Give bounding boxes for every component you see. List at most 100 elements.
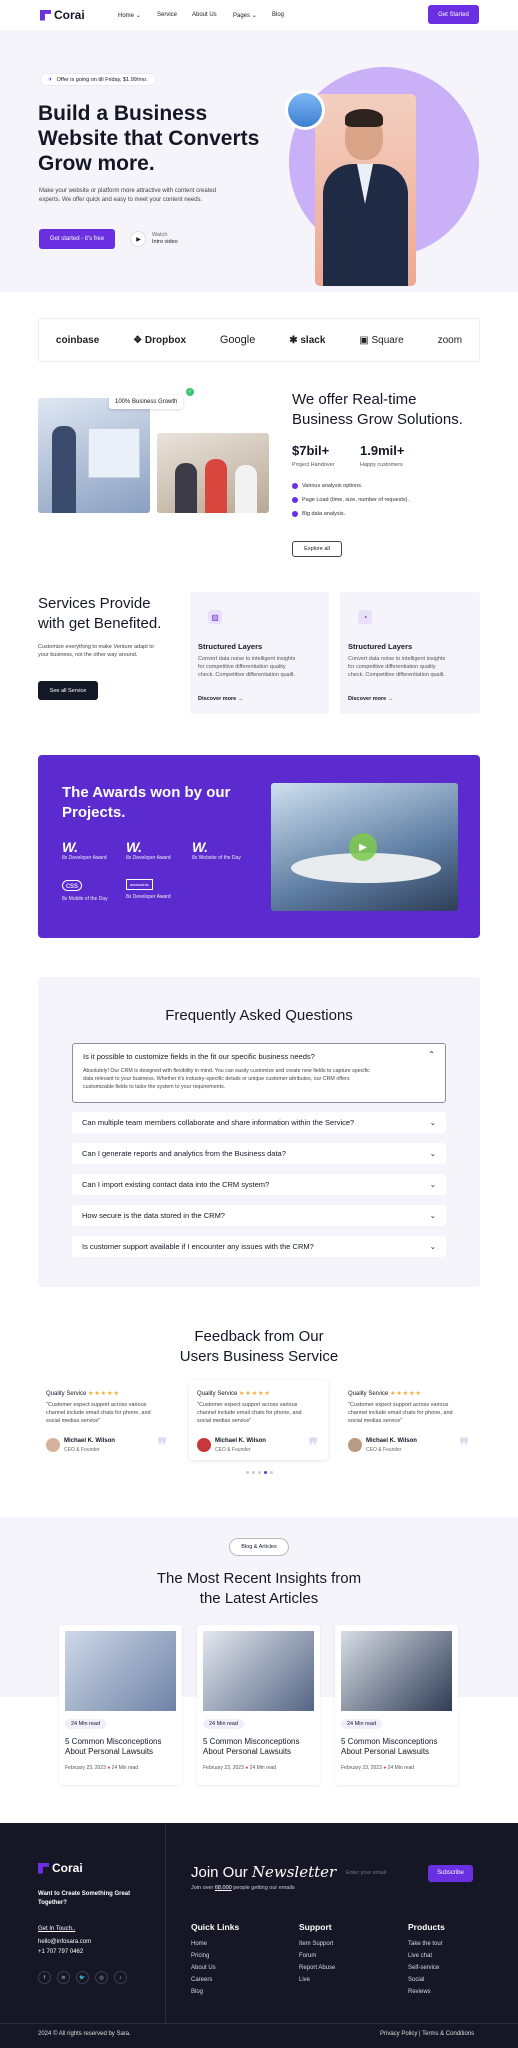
facebook-icon[interactable]: f [38, 1971, 51, 1984]
feedback-title-line: Feedback from Our [194, 1328, 324, 1345]
blog-post-title-line: 5 Common Misconceptions [65, 1737, 162, 1746]
terms-link[interactable]: Terms & Conditions [422, 2031, 474, 2037]
footer-link[interactable]: Forum [299, 1953, 335, 1959]
subscribe-button[interactable]: Subscribe [428, 1864, 473, 1882]
brand-logos: coinbase ❖ Dropbox Google ✱ slack ▣ Squa… [0, 318, 518, 362]
award-item: W. 8x Developer Award [62, 839, 107, 861]
footer-link[interactable]: Reviews [408, 1989, 443, 1995]
growth-image-1 [38, 398, 150, 513]
services-title-line: with get Benefited. [38, 614, 162, 632]
instagram-icon[interactable]: ◎ [95, 1971, 108, 1984]
service-card[interactable]: ▨ Structured Layers Convert data noise t… [190, 592, 329, 714]
get-in-touch-link[interactable]: Get In Touch.. [38, 1926, 75, 1932]
blog-card[interactable]: 24 Min read 5 Common Misconceptions About… [59, 1625, 182, 1785]
nav-about[interactable]: About Us [192, 12, 217, 18]
footer-col-title: Quick Links [191, 1922, 240, 1932]
feature-text: Various analysis options. [302, 483, 363, 489]
blog-meta: February 23, 2023 ● 24 Min read [65, 1765, 138, 1771]
chevron-down-icon: ⌄ [251, 13, 257, 19]
faq-item[interactable]: How secure is the data stored in the CRM… [72, 1205, 446, 1226]
footer-link[interactable]: Careers [191, 1977, 216, 1983]
discover-more-link[interactable]: Discover more → [198, 696, 243, 702]
footer-link[interactable]: Take the tour [408, 1941, 443, 1947]
post-date: February 23, 2023 [65, 1765, 106, 1771]
footer-tagline-line: Want to Create Something Great [38, 1891, 131, 1897]
quote-icon: ❞ [308, 1435, 318, 1455]
award-item: W. 8x Developer Award [126, 839, 171, 861]
get-started-button[interactable]: Get Started [428, 5, 479, 24]
blog-post-title[interactable]: 5 Common Misconceptions About Personal La… [203, 1737, 314, 1758]
footer-link[interactable]: Live [299, 1977, 335, 1983]
blog-post-title[interactable]: 5 Common Misconceptions About Personal La… [341, 1737, 452, 1758]
get-started-free-button[interactable]: Get started - it's free [39, 229, 115, 249]
person-figure [175, 463, 197, 513]
brand-square-label: Square [371, 334, 404, 346]
service-card-line: Convert data noise to intelligent insigh… [198, 656, 296, 662]
chevron-down-icon: ⌄ [429, 1211, 436, 1220]
growth-title: We offer Real-time Business Grow Solutio… [292, 390, 463, 429]
carousel-dot[interactable] [258, 1471, 261, 1474]
footer-link[interactable]: Report Abuse [299, 1965, 335, 1971]
faq-item[interactable]: Can multiple team members collaborate an… [72, 1112, 446, 1133]
twitter-icon[interactable]: 🐦 [76, 1971, 89, 1984]
nav-service[interactable]: Service [157, 12, 177, 18]
footer-link[interactable]: Blog [191, 1989, 216, 1995]
brand-logo[interactable]: Corai [40, 8, 85, 22]
faq-item[interactable]: Can I generate reports and analytics fro… [72, 1143, 446, 1164]
footer-phone[interactable]: +1 707 797 0462 [38, 1949, 83, 1955]
blog-badge: Blog & Articles [229, 1538, 289, 1556]
carousel-dot[interactable] [270, 1471, 273, 1474]
linkedin-icon[interactable]: in [57, 1971, 70, 1984]
faq-item[interactable]: Can I import existing contact data into … [72, 1174, 446, 1195]
footer-link[interactable]: Pricing [191, 1953, 216, 1959]
footer-link[interactable]: Live chat [408, 1953, 443, 1959]
blog-card[interactable]: 24 Min read 5 Common Misconceptions About… [197, 1625, 320, 1785]
play-icon[interactable]: ▶ [349, 833, 377, 861]
dot-icon: ● [107, 1765, 111, 1771]
nav-pages[interactable]: Pages ⌄ [233, 12, 257, 19]
chevron-up-icon[interactable]: ⌃ [428, 1050, 435, 1059]
star-rating-icon: ★★★★★ [239, 1391, 271, 1397]
hero-title: Build a Business Website that Converts G… [38, 102, 298, 176]
newsletter-sub-text: Join over [191, 1885, 214, 1891]
awards-video-thumbnail[interactable]: ▶ [271, 783, 458, 911]
footer-link[interactable]: Self-service [408, 1965, 443, 1971]
footer-link[interactable]: Item Support [299, 1941, 335, 1947]
footer-support-links: Item Support Forum Report Abuse Live [299, 1941, 335, 1983]
testimonial-label: Quality Service [46, 1391, 87, 1397]
footer-brand-logo[interactable]: Corai [38, 1861, 83, 1875]
faq-item-open[interactable]: Is it possible to customize fields in th… [72, 1043, 446, 1103]
tiktok-icon[interactable]: ♪ [114, 1971, 127, 1984]
watch-video-button[interactable]: ▶ Watch Intro video [130, 231, 178, 247]
testimonial-header: Quality Service ★★★★★ [348, 1390, 422, 1397]
stat-handover: $7bil+ Project Handover [292, 443, 335, 468]
see-all-service-button[interactable]: See all Service [38, 681, 98, 700]
footer-link[interactable]: Home [191, 1941, 216, 1947]
explore-all-button[interactable]: Explore all [292, 541, 342, 557]
nav-blog[interactable]: Blog [272, 12, 284, 18]
discover-more-link[interactable]: Discover more → [348, 696, 393, 702]
carousel-dot-active[interactable] [264, 1471, 267, 1474]
footer-link[interactable]: About Us [191, 1965, 216, 1971]
blog-post-title[interactable]: 5 Common Misconceptions About Personal La… [65, 1737, 176, 1758]
blog-card[interactable]: 24 Min read 5 Common Misconceptions About… [335, 1625, 458, 1785]
blog-meta: February 23, 2023 ● 24 Min read [341, 1765, 414, 1771]
faq-item[interactable]: Is customer support available if I encou… [72, 1236, 446, 1257]
carousel-dot[interactable] [246, 1471, 249, 1474]
nav-home[interactable]: Home ⌄ [118, 12, 141, 19]
arrow-right-icon: → [387, 696, 394, 702]
privacy-link[interactable]: Privacy Policy [380, 2031, 417, 2037]
footer-col-title: Support [299, 1922, 332, 1932]
avatar [285, 90, 325, 130]
service-card[interactable]: ◔ Structured Layers Convert data noise t… [340, 592, 480, 714]
testimonial-quote: "Customer expect support across various c… [197, 1402, 302, 1426]
awards-title-line: Projects. [62, 803, 126, 821]
carousel-dot[interactable] [252, 1471, 255, 1474]
award-item: awwwards 8x Developer Award [126, 873, 171, 900]
testimonial-quote: "Customer expect support across various c… [46, 1402, 151, 1426]
footer-link[interactable]: Social [408, 1977, 443, 1983]
footer-email[interactable]: hello@infosara.com [38, 1939, 91, 1945]
newsletter-email-input[interactable] [340, 1863, 428, 1883]
service-card-line: for competitive differentiation quality [198, 663, 286, 670]
blog-post-title-line: About Personal Lawsuits [203, 1747, 292, 1757]
